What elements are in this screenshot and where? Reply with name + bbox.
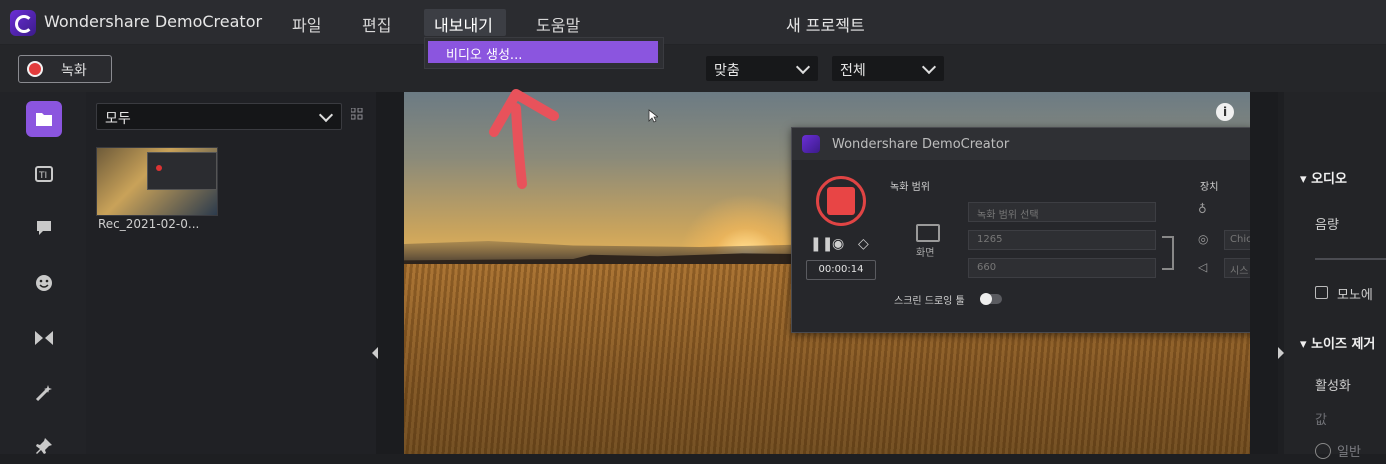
- record-button[interactable]: 녹화: [18, 55, 112, 83]
- menu-item-label: 비디오 생성...: [446, 48, 523, 63]
- restart-icon[interactable]: ◉: [832, 236, 844, 252]
- media-item-label: Rec_2021-02-0...: [98, 217, 200, 231]
- thumbnail-window-preview: [147, 152, 217, 190]
- recording-timer: 00:00:14: [806, 260, 876, 280]
- screen-label: 화면: [916, 248, 935, 259]
- audio-section-label: 오디오: [1311, 172, 1347, 187]
- properties-panel: [1284, 92, 1386, 454]
- media-thumbnail[interactable]: [96, 147, 218, 216]
- draw-tool-toggle[interactable]: [980, 293, 1002, 305]
- draw-tool-label: 스크린 드로잉 툴: [894, 296, 965, 307]
- camera-select-value: Chic: [1230, 234, 1250, 245]
- toolbar: [0, 45, 1386, 92]
- media-filter-value: 모두: [105, 111, 131, 127]
- recorder-window: Wondershare DemoCreator ❚❚ ◉ ◇ 00:00:14 …: [791, 127, 1250, 333]
- chevron-down-icon: [921, 59, 937, 75]
- grid-view-icon[interactable]: [350, 107, 363, 120]
- effects-icon[interactable]: [26, 375, 62, 411]
- system-audio-select[interactable]: 시스: [1224, 258, 1250, 278]
- scope-select[interactable]: 전체: [832, 56, 944, 81]
- mouse-cursor-icon: [648, 109, 658, 123]
- fit-select-value: 맞춤: [714, 63, 740, 79]
- area-select-value: 녹화 범위 선택: [977, 210, 1039, 221]
- caption-icon[interactable]: [26, 210, 62, 246]
- menu-export-label: 내보내기: [434, 16, 493, 35]
- volume-slider[interactable]: [1315, 258, 1386, 260]
- aspect-lock-icon[interactable]: [1162, 236, 1174, 270]
- app-logo-icon: [10, 10, 36, 36]
- export-dropdown: 비디오 생성...: [424, 37, 664, 69]
- width-value: 1265: [977, 234, 1003, 245]
- audio-device-label: 장치: [1200, 182, 1219, 193]
- menu-item-create-video[interactable]: 비디오 생성...: [428, 41, 658, 63]
- red-arrow-annotation: [489, 89, 559, 189]
- normal-label: 일반: [1337, 445, 1361, 460]
- camera-select[interactable]: Chic: [1224, 230, 1250, 250]
- mono-checkbox[interactable]: [1315, 286, 1328, 299]
- pin-icon[interactable]: [26, 428, 62, 464]
- app-title: Wondershare DemoCreator: [44, 12, 263, 31]
- area-select[interactable]: 녹화 범위 선택: [968, 202, 1156, 222]
- record-label: 녹화: [61, 63, 87, 79]
- normal-radio[interactable]: [1315, 443, 1331, 459]
- speaker-icon[interactable]: ◁: [1198, 260, 1214, 274]
- recorder-title: Wondershare DemoCreator: [832, 137, 1010, 152]
- enable-label: 활성화: [1315, 379, 1351, 394]
- system-audio-value: 시스: [1230, 266, 1249, 277]
- project-name: 새 프로젝트: [786, 16, 865, 35]
- noise-section-label: 노이즈 제거: [1311, 337, 1376, 352]
- height-value: 660: [977, 262, 997, 273]
- menu-export[interactable]: 내보내기: [424, 9, 506, 36]
- screen-icon[interactable]: [916, 224, 940, 242]
- record-icon: [27, 61, 43, 77]
- chevron-down-icon: [318, 107, 334, 123]
- webcam-icon[interactable]: ◎: [1198, 232, 1214, 246]
- menu-file[interactable]: 파일: [292, 12, 321, 36]
- left-splitter[interactable]: [376, 92, 404, 454]
- info-icon[interactable]: i: [1216, 103, 1234, 121]
- fit-select[interactable]: 맞춤: [706, 56, 818, 81]
- volume-label: 음량: [1315, 218, 1339, 233]
- mono-label: 모노에: [1337, 288, 1373, 303]
- text-icon[interactable]: TI: [26, 156, 62, 192]
- menu-edit[interactable]: 편집: [362, 12, 391, 36]
- audio-section-header[interactable]: ▾ 오디오: [1300, 168, 1347, 187]
- transition-icon[interactable]: [26, 320, 62, 356]
- noise-section-header[interactable]: ▾ 노이즈 제거: [1300, 333, 1375, 352]
- right-splitter[interactable]: [1250, 92, 1278, 454]
- scope-select-value: 전체: [840, 63, 866, 79]
- recording-area-label: 녹화 범위: [890, 182, 930, 193]
- menu-help[interactable]: 도움말: [536, 12, 580, 36]
- recorder-logo-icon: [802, 135, 820, 153]
- width-field[interactable]: 1265: [968, 230, 1156, 250]
- sticker-icon[interactable]: [26, 265, 62, 301]
- folder-icon[interactable]: [26, 101, 62, 137]
- value-label: 값: [1315, 413, 1327, 428]
- shield-icon[interactable]: ◇: [858, 236, 869, 252]
- media-filter-select[interactable]: 모두: [96, 103, 342, 130]
- collapse-left-icon[interactable]: [372, 347, 378, 359]
- height-field[interactable]: 660: [968, 258, 1156, 278]
- chevron-down-icon: [795, 59, 811, 75]
- microphone-icon[interactable]: ♁: [1198, 202, 1214, 216]
- pause-icon[interactable]: ❚❚: [810, 236, 833, 252]
- start-record-button[interactable]: [816, 176, 866, 226]
- svg-text:TI: TI: [38, 171, 47, 181]
